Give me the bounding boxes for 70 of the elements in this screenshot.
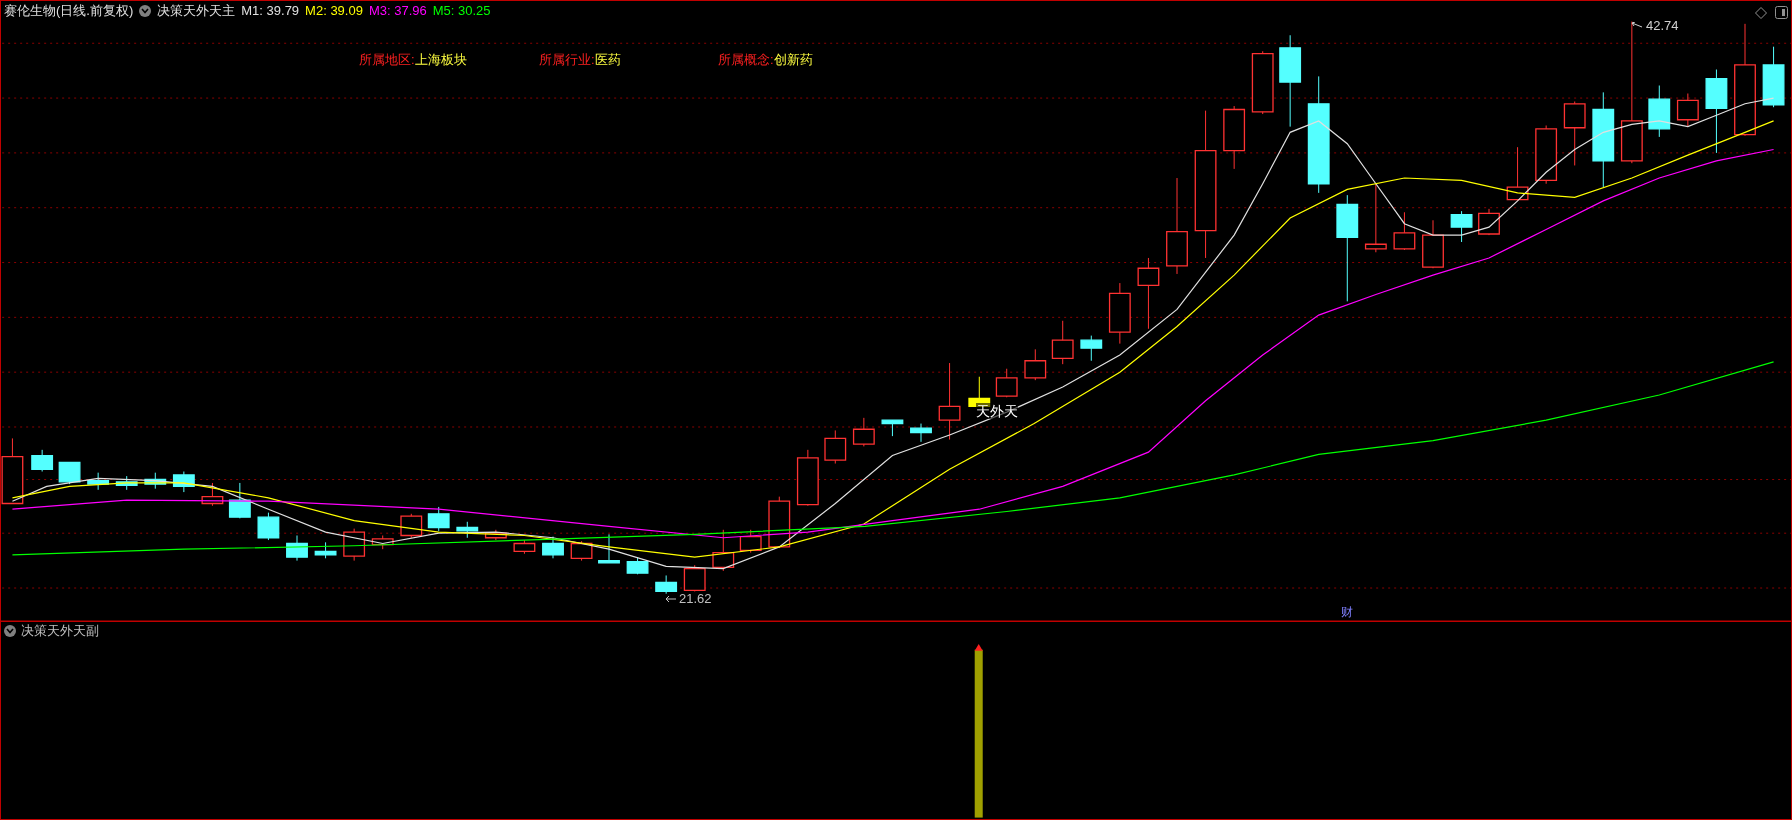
candlestick [484,529,507,541]
candlestick [286,535,308,562]
dropdown-icon[interactable] [139,5,152,17]
candlestick [144,472,167,490]
candlestick [228,482,251,519]
candlestick [881,419,904,437]
indicator-name: 决策天外天主 [157,2,236,20]
low-price-label: 21.62 [679,591,712,607]
candlestick [739,529,762,554]
candlestick [172,471,195,493]
info-value: 医药 [594,51,621,69]
dropdown-icon[interactable] [4,625,16,637]
candlestick [343,528,366,562]
candlestick [314,541,337,559]
info-label: 所属地区: [359,51,415,69]
candlestick [1024,348,1047,381]
sub-panel-title: 决策天外天副 [21,622,99,640]
candlestick [1676,93,1699,128]
candlestick [910,423,932,443]
high-price-label: 42.74 [1646,18,1679,34]
ma-reading: M2: 39.09 [305,2,363,20]
candlestick [598,533,620,564]
candlestick [1364,183,1387,253]
candlestick [852,417,875,447]
candlestick [1762,46,1785,108]
candlestick [1108,282,1131,345]
signal-label: 天外天 [976,403,1018,419]
stock-title: 赛伦生物(日线.前复权) [4,2,134,20]
candlestick [1478,208,1500,236]
candlestick [1393,211,1416,251]
candlestick [513,539,536,555]
candlestick [1051,320,1074,365]
candlestick [995,368,1018,398]
candlestick [626,556,649,575]
candlestick [655,574,678,595]
candlestick [1648,85,1671,138]
arrow-icon [1631,22,1643,30]
info-label: 所属行业: [539,51,595,69]
candlestick [1080,335,1103,362]
candlestick [1251,50,1274,115]
candlestick [58,461,81,485]
candlestick [87,472,110,491]
candlestick [683,564,706,592]
info-value: 上海板块 [414,51,467,69]
candlestick [1422,219,1444,269]
event-marker: 财 [1341,605,1353,619]
panel-toggle-icon[interactable] [1775,6,1788,19]
candlestick [427,506,450,532]
candlestick [768,496,791,549]
candlestick [371,535,394,550]
arrow-icon [665,595,677,603]
ma-reading: M5: 30.25 [432,2,491,20]
candlestick [570,540,593,562]
candlestick [1563,101,1586,166]
ma-reading: M1: 39.79 [241,2,300,20]
candlestick [31,449,54,473]
candlestick [1450,210,1473,243]
candlestick [1506,146,1529,202]
candlestick [712,529,735,572]
candlestick [796,449,819,507]
candlestick [257,512,280,541]
candlestick [115,475,138,491]
candlestick [824,429,847,465]
candlestick [400,513,423,539]
info-label: 所属概念: [718,51,774,69]
candlestick [1535,125,1558,185]
ma-reading: M3: 37.96 [368,2,427,20]
candlestick [1223,105,1246,170]
candlestick [201,482,224,507]
candlestick [456,521,479,539]
